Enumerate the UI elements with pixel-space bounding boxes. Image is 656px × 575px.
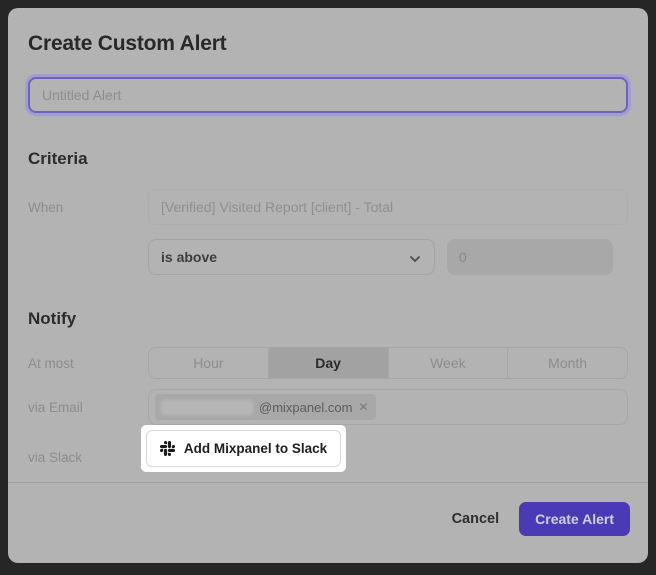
segment-day[interactable]: Day xyxy=(269,348,389,378)
via-slack-row: via Slack Add Mixpanel to Slack xyxy=(28,425,628,472)
criteria-heading: Criteria xyxy=(28,149,628,169)
email-chip: @mixpanel.com ✕ xyxy=(155,394,376,420)
alert-name-input[interactable] xyxy=(28,77,628,113)
modal-title: Create Custom Alert xyxy=(28,32,628,56)
remove-email-icon[interactable]: ✕ xyxy=(358,401,368,413)
via-email-label: via Email xyxy=(28,400,148,415)
email-recipients-field[interactable]: @mixpanel.com ✕ xyxy=(148,389,628,425)
create-custom-alert-modal: Create Custom Alert Criteria When [Verif… xyxy=(8,8,648,563)
condition-dropdown-value: is above xyxy=(161,249,217,265)
threshold-input[interactable]: 0 xyxy=(447,239,613,275)
slack-icon xyxy=(160,441,175,456)
via-slack-label: via Slack xyxy=(28,432,148,465)
segment-week[interactable]: Week xyxy=(389,348,509,378)
create-alert-button[interactable]: Create Alert xyxy=(519,502,630,536)
condition-row: is above 0 xyxy=(28,239,628,275)
cancel-button[interactable]: Cancel xyxy=(452,511,500,527)
modal-footer: Cancel Create Alert xyxy=(8,482,648,563)
when-label: When xyxy=(28,200,148,215)
when-row: When [Verified] Visited Report [client] … xyxy=(28,189,628,225)
via-email-row: via Email @mixpanel.com ✕ xyxy=(28,389,628,425)
notify-heading: Notify xyxy=(28,309,628,329)
email-chip-domain: @mixpanel.com xyxy=(259,400,352,415)
when-metric-field[interactable]: [Verified] Visited Report [client] - Tot… xyxy=(148,189,628,225)
condition-dropdown[interactable]: is above xyxy=(148,239,435,275)
tour-spotlight: Add Mixpanel to Slack xyxy=(141,425,346,472)
chevron-down-icon xyxy=(410,249,420,265)
frequency-segmented-control: Hour Day Week Month xyxy=(148,347,628,379)
add-mixpanel-to-slack-button[interactable]: Add Mixpanel to Slack xyxy=(146,430,341,467)
at-most-row: At most Hour Day Week Month xyxy=(28,347,628,379)
segment-hour[interactable]: Hour xyxy=(149,348,269,378)
redacted-email-username xyxy=(161,400,253,415)
slack-button-label: Add Mixpanel to Slack xyxy=(184,441,327,456)
segment-month[interactable]: Month xyxy=(508,348,627,378)
at-most-label: At most xyxy=(28,356,148,371)
